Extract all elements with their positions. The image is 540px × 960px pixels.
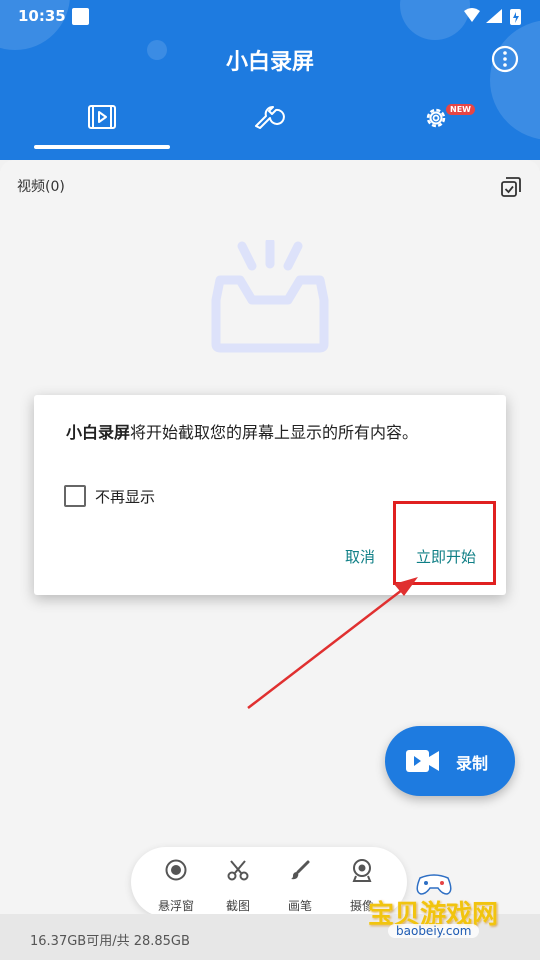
record-label: 录制: [456, 754, 489, 773]
app-title: 小白录屏: [225, 50, 314, 75]
dialog-message: 小白录屏将开始截取您的屏幕上显示的所有内容。: [66, 419, 418, 443]
status-bar: 10:35: [0, 0, 540, 34]
brush-icon: [291, 860, 310, 880]
active-tab-indicator: [34, 145, 170, 149]
dont-show-again-checkbox[interactable]: [64, 485, 86, 507]
watermark-url: baobeiy.com: [388, 924, 480, 938]
empty-inbox-icon: [211, 240, 329, 353]
status-time: 10:35: [18, 7, 66, 25]
cancel-button[interactable]: 取消: [345, 546, 375, 567]
record-button[interactable]: 录制: [385, 726, 515, 796]
tool-label: 画笔: [287, 899, 312, 913]
tab-videos[interactable]: [72, 98, 132, 138]
system-status-icons: [464, 8, 521, 25]
tab-tools[interactable]: [238, 98, 298, 138]
dialog-app-name: 小白录屏: [66, 423, 131, 442]
gamepad-icon: [416, 874, 452, 895]
storage-info: 16.37GB可用/共 28.85GB: [30, 934, 190, 949]
notification-icon: [72, 8, 89, 25]
decor-bubble: [490, 20, 540, 140]
scissors-icon: [227, 860, 249, 881]
video-count-label: 视频(0): [17, 179, 65, 195]
signal-icon: [486, 9, 502, 23]
video-list-icon: [88, 105, 116, 129]
dialog-message-text: 将开始截取您的屏幕上显示的所有内容。: [130, 423, 419, 442]
tool-brush[interactable]: 画笔: [269, 847, 331, 917]
more-options-icon[interactable]: [490, 44, 520, 74]
app-header: 10:35 小白录屏 NEW: [0, 0, 540, 160]
wrench-icon: [255, 106, 285, 129]
site-watermark: 宝贝游戏网 baobeiy.com: [362, 866, 512, 946]
tool-label: 截图: [225, 899, 250, 913]
new-badge: NEW: [446, 104, 475, 115]
highlight-box: [393, 501, 496, 585]
floating-window-icon: [165, 859, 187, 881]
tool-screenshot[interactable]: 截图: [207, 847, 269, 917]
multi-select-icon[interactable]: [500, 176, 522, 198]
gear-icon: [426, 108, 446, 128]
tool-label: 悬浮窗: [157, 899, 194, 913]
video-camera-icon: [406, 750, 439, 772]
wifi-icon: [464, 8, 480, 22]
tool-floating-window[interactable]: 悬浮窗: [145, 847, 207, 917]
dont-show-again-label[interactable]: 不再显示: [95, 486, 155, 507]
